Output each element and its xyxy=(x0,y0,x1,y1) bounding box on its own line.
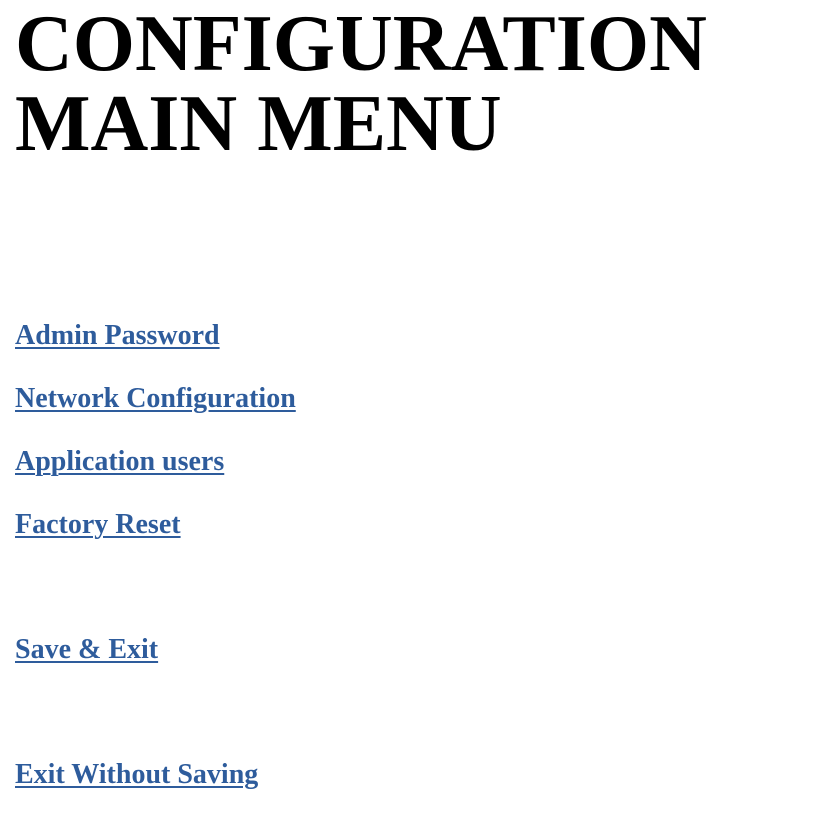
page-title-line-1: CONFIGURATION xyxy=(15,0,707,88)
factory-reset-link[interactable]: Factory Reset xyxy=(15,509,181,541)
exit-without-saving-link[interactable]: Exit Without Saving xyxy=(15,759,258,791)
admin-password-link[interactable]: Admin Password xyxy=(15,320,220,352)
page-title-line-2: MAIN MENU xyxy=(15,80,502,168)
page-title: CONFIGURATION MAIN MENU xyxy=(15,4,707,164)
application-users-link[interactable]: Application users xyxy=(15,446,224,478)
save-and-exit-link[interactable]: Save & Exit xyxy=(15,634,158,666)
network-configuration-link[interactable]: Network Configuration xyxy=(15,383,296,415)
